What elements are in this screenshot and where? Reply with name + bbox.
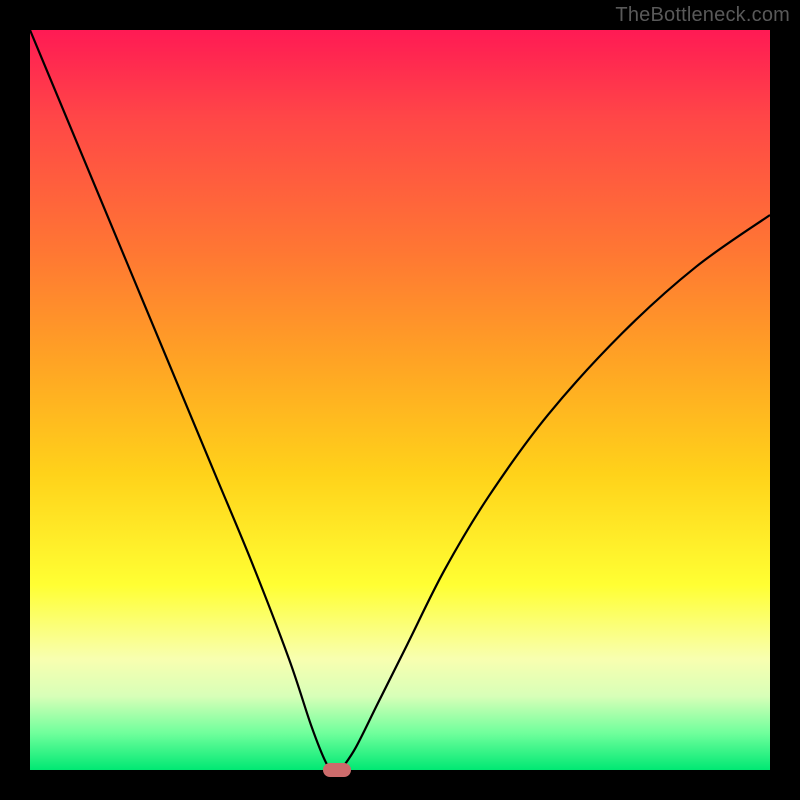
plot-area	[30, 30, 770, 770]
chart-frame: TheBottleneck.com	[0, 0, 800, 800]
minimum-marker	[323, 763, 351, 777]
right-branch-path	[341, 215, 770, 770]
watermark-text: TheBottleneck.com	[615, 4, 790, 27]
curve-svg	[30, 30, 770, 770]
left-branch-path	[30, 30, 333, 770]
